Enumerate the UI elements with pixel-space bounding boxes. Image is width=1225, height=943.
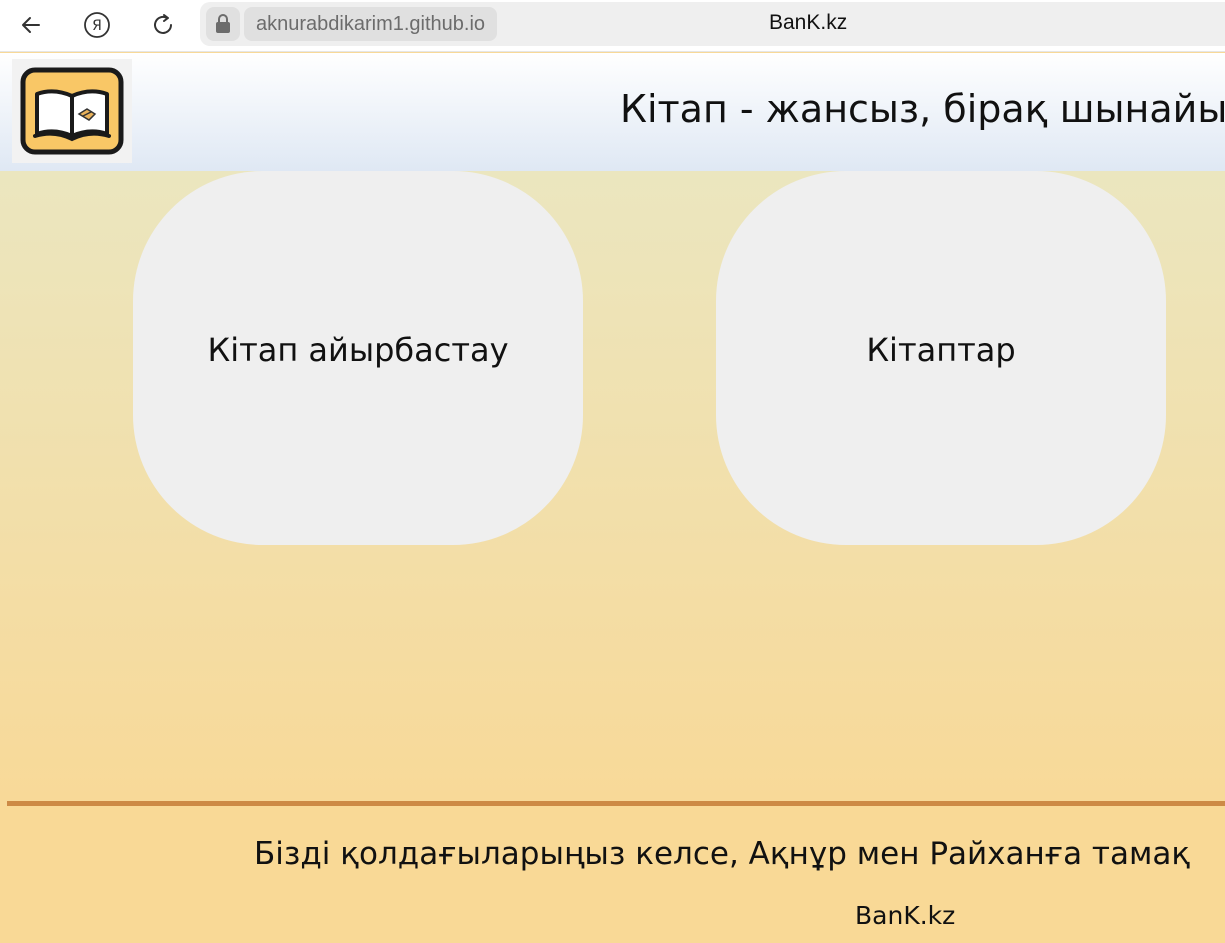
back-arrow-icon (22, 17, 40, 33)
header-slogan: Кітап - жансыз, бірақ шынайы (620, 87, 1225, 131)
footer-brand: BanK.kz (855, 901, 956, 930)
books-button[interactable]: Кітаптар (716, 171, 1166, 545)
main-content: Кітап айырбастау Кітаптар (0, 171, 1225, 801)
reload-icon (154, 14, 172, 34)
browser-toolbar: Я aknurabdikarim1.github.io BanK.kz (0, 0, 1225, 52)
svg-text:Я: Я (92, 18, 102, 34)
reload-button[interactable] (146, 8, 180, 42)
address-bar[interactable]: aknurabdikarim1.github.io (200, 2, 1225, 46)
back-button[interactable] (14, 8, 48, 42)
site-footer: Бізді қолдағыларыңыз келсе, Ақнұр мен Ра… (0, 806, 1225, 943)
yandex-icon: Я (84, 12, 110, 38)
yandex-button[interactable]: Я (80, 8, 114, 42)
page-title: BanK.kz (769, 11, 848, 34)
lock-icon (216, 14, 230, 33)
book-exchange-button[interactable]: Кітап айырбастау (133, 171, 583, 545)
site-logo[interactable] (12, 59, 132, 163)
url-text[interactable]: aknurabdikarim1.github.io (244, 7, 498, 41)
book-handshake-logo-icon (20, 67, 124, 155)
site-info-button[interactable] (206, 7, 240, 41)
site-header: Кітап - жансыз, бірақ шынайы (0, 53, 1225, 171)
footer-support-text: Бізді қолдағыларыңыз келсе, Ақнұр мен Ра… (254, 836, 1191, 872)
